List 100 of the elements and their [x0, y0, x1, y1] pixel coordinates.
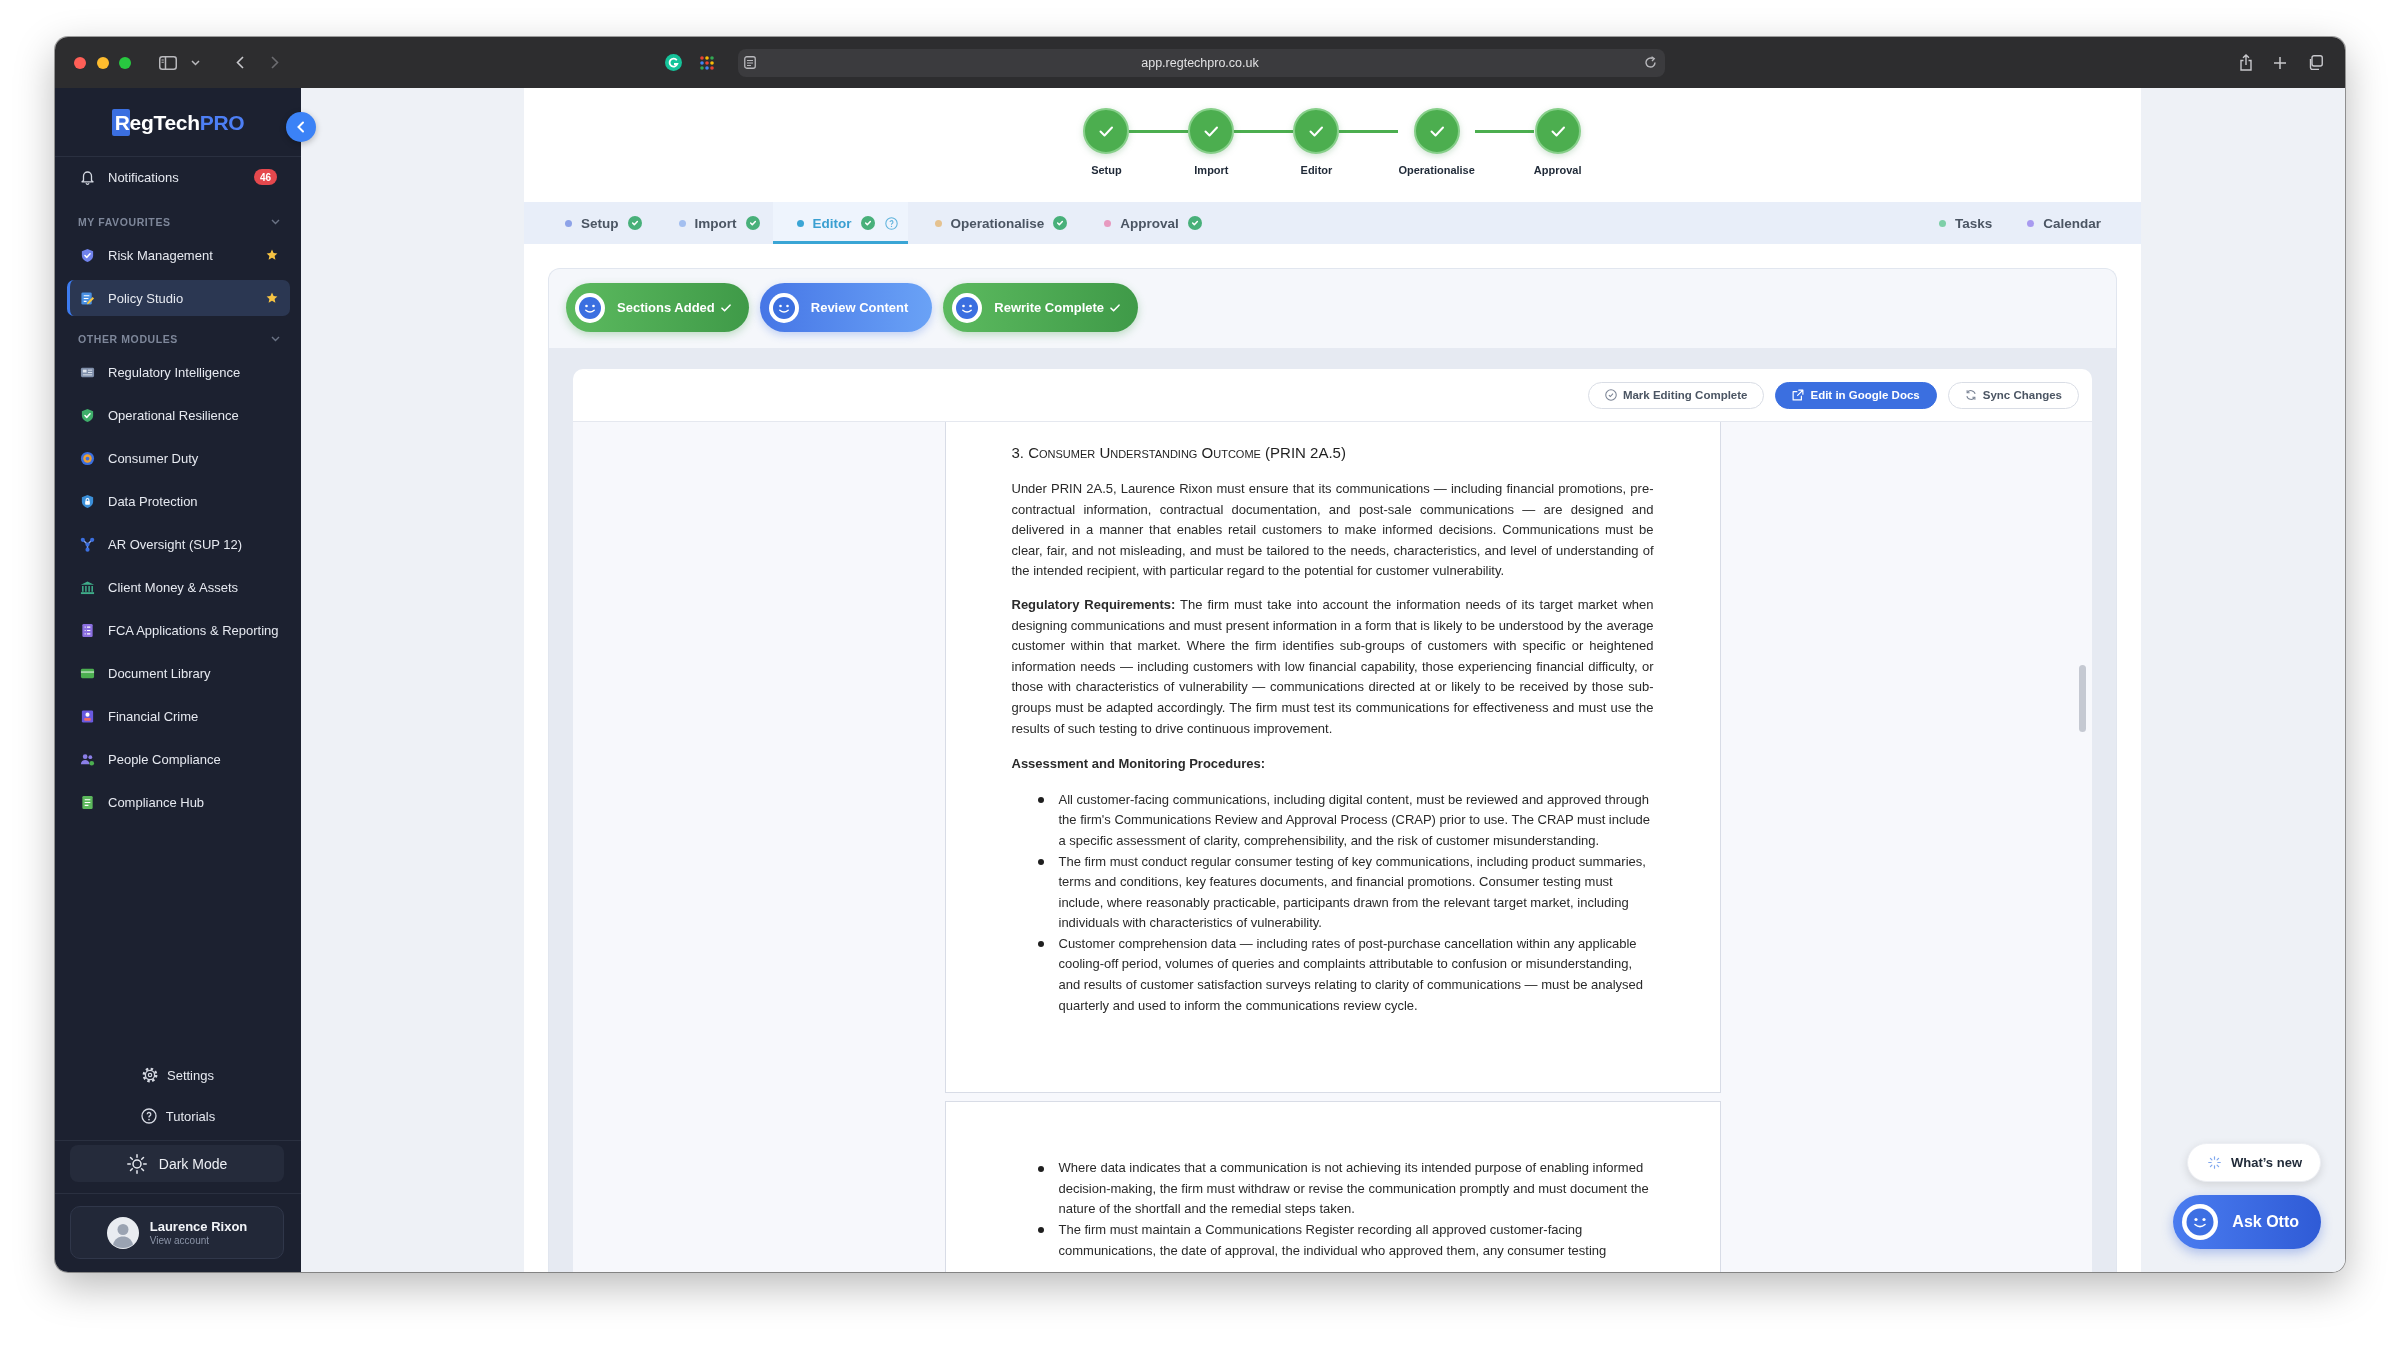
nav-item[interactable]: Document Library: [67, 655, 290, 691]
minimize-icon[interactable]: [96, 56, 109, 69]
nav-item[interactable]: Consumer Duty: [67, 440, 290, 476]
step-connector: [1234, 129, 1294, 133]
check-circle-icon: [1604, 389, 1617, 401]
star-icon[interactable]: [266, 249, 278, 261]
count-badge: 46: [253, 169, 277, 185]
account-card[interactable]: Laurence Rixon View account: [70, 1206, 284, 1259]
bell-icon: [80, 169, 95, 185]
list-item-text: All customer-facing communications, including digital content, must be reviewed and approved through the firm's Communications Review and Approval Process (CRAP) prior to use. The CRAP must include a specific assessment of clarity, comprehensibility, and the risk of customer misunderstanding.: [1058, 790, 1652, 850]
forward-icon[interactable]: [271, 56, 279, 69]
smiley-icon: [2182, 1204, 2219, 1240]
toolbar-button[interactable]: Edit in Google Docs: [1775, 381, 1937, 409]
reload-icon[interactable]: [1644, 56, 1657, 69]
step-label: Import: [1194, 164, 1229, 176]
list-item-text: The firm must maintain a Communications Register recording all approved customer-facing communications, the date of approval, the individual who approved them, any consumer testing: [1058, 1221, 1608, 1260]
paragraph: Regulatory Requirements: The firm must take into account the information needs of its target market when designing communications and must present information in a form that is likely to be understood by the average customer within that market. Where the firm identifies sub-groups of customers with specific or heightened information needs — including customers with low financial capability, those experiencing financial difficulty, or those with characteristics of vulnerability — communications directed at or likely to be received by those sub-groups must be adapted accordingly. The firm must test its communications for effectiveness and must use the results of such testing to drive continuous improvement.: [1011, 595, 1654, 738]
nav-item[interactable]: People Compliance: [67, 741, 290, 777]
nav-item[interactable]: Compliance Hub: [67, 784, 290, 820]
toolbar-button[interactable]: Sync Changes: [1947, 381, 2079, 409]
smiley-icon: [575, 292, 605, 323]
plus-icon[interactable]: [2273, 55, 2287, 70]
check-icon: [720, 303, 731, 312]
step-label: Setup: [1091, 164, 1122, 176]
tabs-icon[interactable]: [2308, 55, 2323, 70]
tab[interactable]: Operationalise: [910, 202, 1078, 244]
avatar: [106, 1216, 139, 1249]
section-header[interactable]: OTHER MODULES: [67, 328, 290, 350]
smiley-icon: [952, 292, 983, 323]
account-name: Laurence Rixon: [149, 1218, 248, 1235]
step-label: Approval: [1533, 164, 1582, 176]
nav-item[interactable]: Data Protection: [67, 483, 290, 519]
checklist-icon: [80, 622, 95, 638]
sparkle-icon: [2207, 1156, 2221, 1169]
refresh-icon: [1964, 389, 1977, 401]
account-link[interactable]: View account: [149, 1234, 210, 1247]
document-icon: [80, 794, 95, 810]
nav-item[interactable]: Risk Management: [67, 237, 290, 273]
whats-new-button[interactable]: What’s new: [2186, 1143, 2321, 1182]
subheading: Assessment and Monitoring Procedures:: [1011, 755, 1267, 774]
app-logo: RegTechPRO: [111, 109, 245, 135]
scrollbar-thumb[interactable]: [2079, 665, 2086, 732]
section-heading: 3. Consumer Understanding Outcome (PRIN 2A.5): [1011, 443, 1347, 463]
footer-link[interactable]: Settings: [132, 1057, 224, 1093]
smiley-icon: [768, 292, 799, 323]
nav-item[interactable]: Policy Studio: [67, 280, 290, 316]
shield-check-icon: [80, 407, 95, 423]
step-label: Operationalise: [1398, 164, 1475, 176]
step-connector: [1474, 129, 1534, 133]
step-connector: [1129, 129, 1189, 133]
sun-icon: [126, 1153, 147, 1174]
fullscreen-icon[interactable]: [119, 56, 131, 69]
tab[interactable]: Import: [654, 202, 770, 244]
people-icon: [80, 751, 95, 767]
settings-icon: [142, 1067, 158, 1083]
nav-item[interactable]: Operational Resilience: [67, 397, 290, 433]
chevron-down-icon: [271, 219, 280, 225]
collapse-button[interactable]: [286, 112, 316, 142]
nav-item[interactable]: Regulatory Intelligence: [67, 354, 290, 390]
list-item-text: Customer comprehension data — including rates of post-purchase cancellation within any applicable cooling-off period, volumes of queries and complaints attributable to confusion or misunderstanding, and results of customer satisfaction surveys relating to clarity of communications — must be analysed quarterly and used to inform the communications review cycle.: [1058, 934, 1645, 1015]
back-icon[interactable]: [236, 56, 244, 69]
chevron-down-icon: [271, 336, 280, 342]
extension-icon[interactable]: [665, 54, 682, 71]
nav-item[interactable]: AR Oversight (SUP 12): [67, 526, 290, 562]
toolbar-button[interactable]: Mark Editing Complete: [1587, 381, 1765, 409]
external-link-icon: [1792, 389, 1805, 401]
shield-icon: [80, 247, 95, 263]
chevron-left-icon: [296, 121, 306, 133]
bullet-icon: [1037, 1227, 1044, 1234]
bank-icon: [80, 579, 95, 595]
star-icon[interactable]: [266, 292, 278, 304]
notifications-item[interactable]: Notifications 46: [67, 159, 290, 195]
footer-link[interactable]: Tutorials: [130, 1098, 226, 1134]
page-icon[interactable]: [744, 56, 756, 69]
share-icon[interactable]: [2239, 54, 2253, 71]
shield-lock-icon: [80, 493, 95, 509]
section-header[interactable]: MY FAVOURITES: [67, 211, 290, 233]
nav-item[interactable]: FCA Applications & Reporting: [67, 612, 290, 648]
address-bar[interactable]: app.regtechpro.co.uk: [738, 48, 1665, 77]
bullet-icon: [1037, 858, 1044, 865]
help-icon: [140, 1108, 157, 1124]
bullet-icon: [1037, 941, 1044, 948]
nav-item[interactable]: Financial Crime: [67, 698, 290, 734]
assistant-button[interactable]: Ask Otto: [2173, 1195, 2321, 1249]
list-item-text: Where data indicates that a communication is not achieving its intended purpose of enabling informed decision-making, the firm must withdraw or revise the communication promptly and must document the nature of the shortfall and the remedial steps taken.: [1058, 1159, 1650, 1219]
step-connector: [1339, 129, 1399, 133]
tab[interactable]: Setup: [541, 202, 652, 244]
step-label: Editor: [1300, 164, 1333, 176]
tab[interactable]: Approval: [1080, 202, 1212, 244]
tab[interactable]: Tasks: [1926, 202, 2005, 244]
network-icon: [80, 536, 95, 552]
target-icon: [80, 450, 95, 466]
tab[interactable]: Calendar: [2015, 202, 2113, 244]
sidebar-toggle-icon[interactable]: [159, 55, 177, 70]
chevron-down-icon[interactable]: [191, 59, 200, 66]
apps-grid-icon[interactable]: [700, 55, 714, 70]
notepad-icon: [80, 290, 95, 306]
dark-mode-button[interactable]: Dark Mode: [70, 1145, 284, 1182]
close-icon[interactable]: [74, 56, 86, 69]
nav-item[interactable]: Client Money & Assets: [67, 569, 290, 605]
